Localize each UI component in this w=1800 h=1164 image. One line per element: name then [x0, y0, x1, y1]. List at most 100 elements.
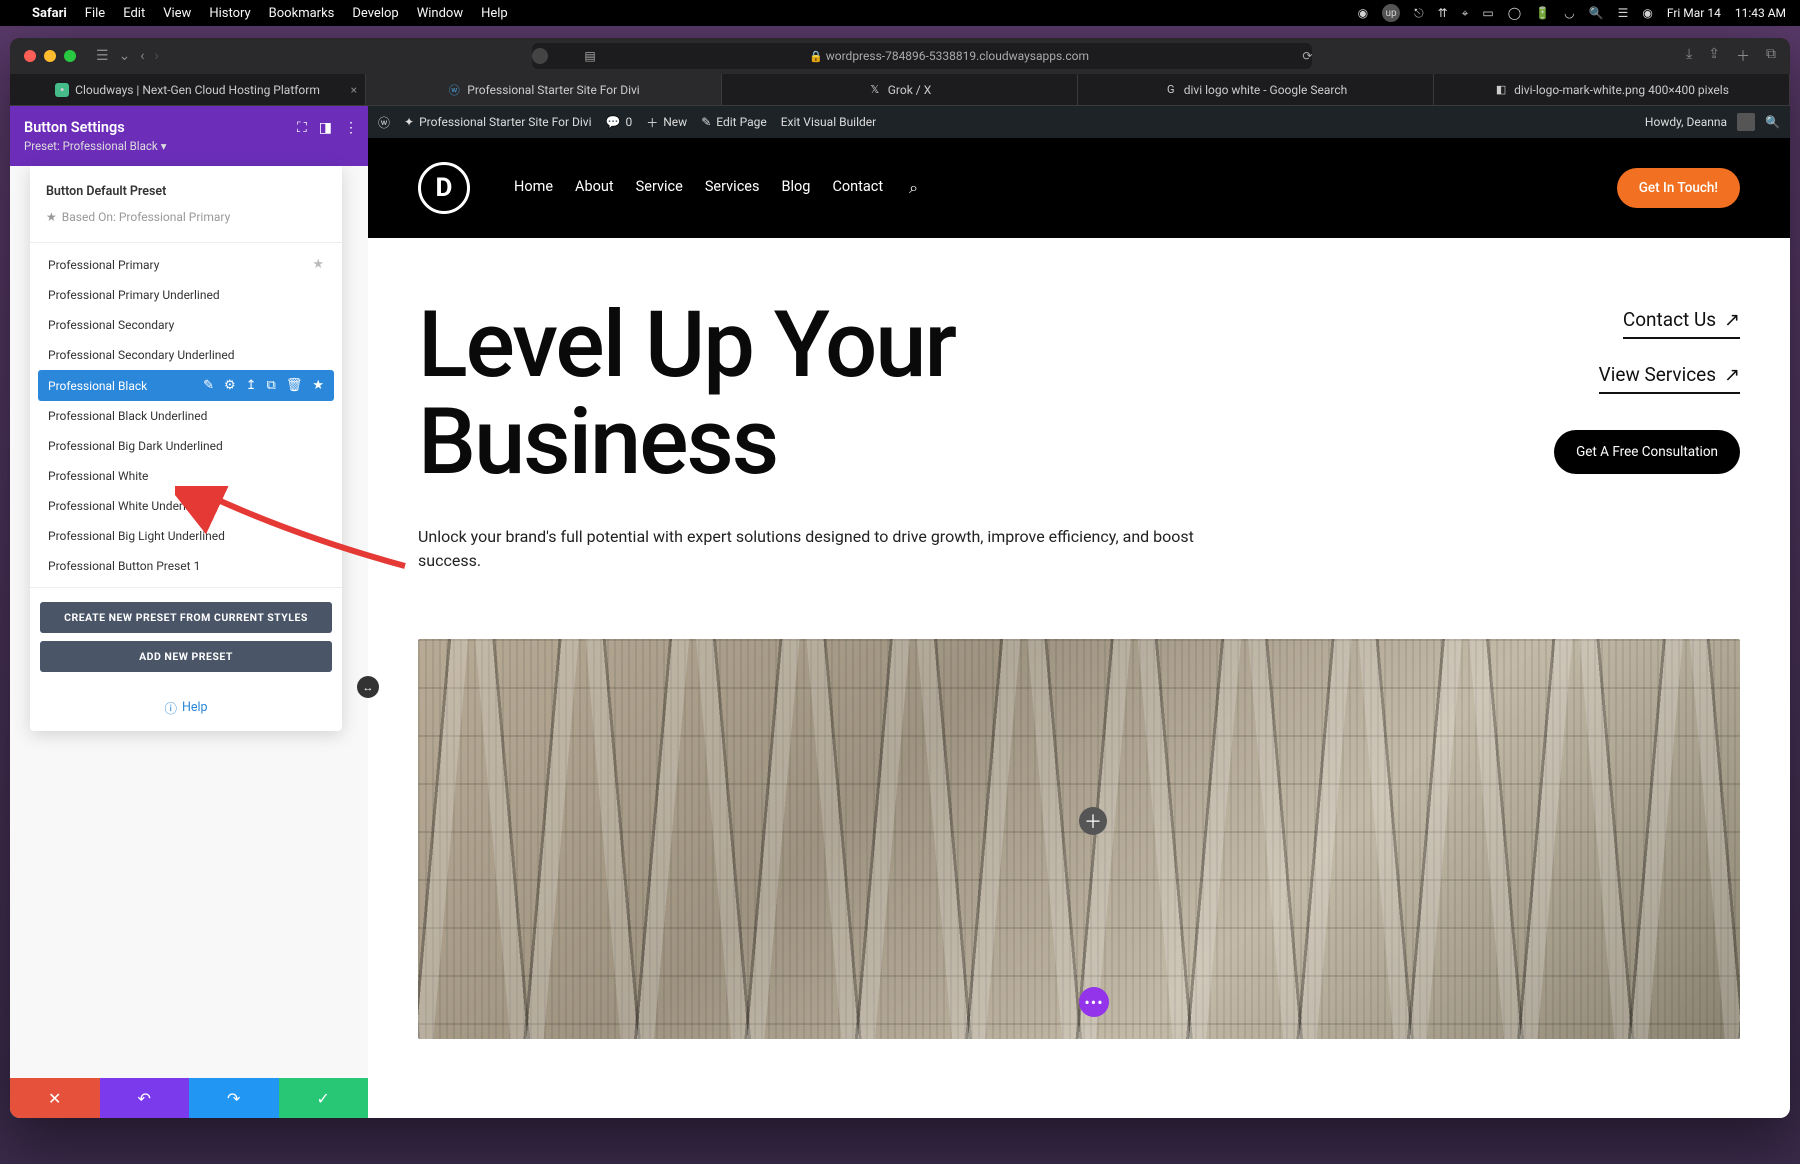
- preset-item[interactable]: Professional Big Light Underlined: [38, 521, 334, 551]
- wp-exit-builder[interactable]: Exit Visual Builder: [781, 115, 877, 129]
- tabs-icon[interactable]: ⧉: [1766, 46, 1776, 66]
- hero-title[interactable]: Level Up Your Business: [418, 298, 1198, 491]
- wp-new[interactable]: ＋New: [646, 114, 687, 131]
- star-icon[interactable]: ★: [312, 378, 324, 393]
- bluetooth-icon[interactable]: ⌖: [1462, 6, 1469, 21]
- preset-item[interactable]: Professional Button Preset 1: [38, 551, 334, 581]
- download-icon[interactable]: ⤓: [1686, 46, 1692, 66]
- add-section-button[interactable]: ＋: [1079, 807, 1107, 835]
- menubar-edit[interactable]: Edit: [123, 6, 145, 21]
- siri-icon[interactable]: ◉: [1642, 6, 1652, 20]
- hero-subtitle[interactable]: Unlock your brand's full potential with …: [418, 525, 1198, 573]
- wp-search-icon[interactable]: 🔍: [1765, 115, 1780, 129]
- nav-home[interactable]: Home: [514, 178, 553, 198]
- tab-cloudways[interactable]: ▪Cloudways | Next-Gen Cloud Hosting Plat…: [10, 74, 366, 105]
- hero-link-contact[interactable]: Contact Us↗: [1623, 308, 1740, 339]
- new-tab-icon[interactable]: ＋: [1736, 46, 1750, 66]
- save-button[interactable]: ✓: [279, 1078, 369, 1118]
- share-icon[interactable]: ⇪: [1708, 46, 1720, 66]
- tab-grok[interactable]: 𝕏Grok / X: [722, 74, 1078, 105]
- nav-service[interactable]: Service: [636, 178, 683, 198]
- dock-icon[interactable]: ◨: [319, 120, 332, 136]
- nav-about[interactable]: About: [575, 178, 614, 198]
- site-logo[interactable]: D: [418, 162, 470, 214]
- menubar-file[interactable]: File: [85, 6, 105, 21]
- undo-button[interactable]: ↶: [100, 1078, 190, 1118]
- display-icon[interactable]: ▭: [1482, 6, 1493, 20]
- fullscreen-icon[interactable]: ⛶: [297, 120, 307, 136]
- preset-item[interactable]: Professional Big Dark Underlined: [38, 431, 334, 461]
- wp-site-link[interactable]: ✦Professional Starter Site For Divi: [404, 115, 592, 129]
- tab-google[interactable]: Gdivi logo white - Google Search: [1078, 74, 1434, 105]
- hero-cta-button[interactable]: Get A Free Consultation: [1554, 430, 1740, 474]
- help-link[interactable]: ⓘHelp: [30, 688, 342, 731]
- airdrop-icon[interactable]: ⎋: [1414, 6, 1424, 21]
- menubar-window[interactable]: Window: [417, 6, 463, 21]
- url-bar[interactable]: ▤ 🔒 wordpress-784896-5338819.cloudwaysap…: [532, 43, 1312, 69]
- screenrec-icon[interactable]: ◉: [1358, 6, 1368, 20]
- menubar-history[interactable]: History: [209, 6, 250, 21]
- preset-item[interactable]: Professional White: [38, 461, 334, 491]
- tab-divi-site[interactable]: ⓦProfessional Starter Site For Divi: [366, 74, 722, 105]
- reload-icon[interactable]: ⟳: [1302, 49, 1312, 63]
- airplay-icon[interactable]: ⇈: [1438, 6, 1448, 20]
- wp-comments[interactable]: 💬0: [606, 115, 633, 129]
- menubar-help[interactable]: Help: [481, 6, 508, 21]
- export-icon[interactable]: ↥: [246, 378, 257, 393]
- tab-dropdown-icon[interactable]: ⌄: [119, 48, 131, 64]
- preset-selector[interactable]: Preset: Professional Black ▾: [24, 139, 354, 153]
- default-preset-label[interactable]: Button Default Preset: [30, 176, 342, 207]
- nav-contact[interactable]: Contact: [832, 178, 883, 198]
- user-icon[interactable]: ◯: [1508, 6, 1521, 20]
- nav-services[interactable]: Services: [705, 178, 760, 198]
- reader-icon[interactable]: ▤: [584, 49, 595, 63]
- avatar[interactable]: [1737, 113, 1755, 131]
- sidebar-toggle-icon[interactable]: ☰: [96, 48, 109, 64]
- maximize-window-button[interactable]: [64, 50, 76, 62]
- menubar-app[interactable]: Safari: [32, 6, 67, 21]
- create-preset-button[interactable]: CREATE NEW PRESET FROM CURRENT STYLES: [40, 602, 332, 633]
- preset-item[interactable]: Professional Secondary: [38, 310, 334, 340]
- hero-link-services[interactable]: View Services↗: [1599, 363, 1740, 394]
- minimize-window-button[interactable]: [44, 50, 56, 62]
- nav-blog[interactable]: Blog: [781, 178, 810, 198]
- menubar-date[interactable]: Fri Mar 14: [1667, 6, 1721, 20]
- hero-image[interactable]: ＋ •••: [418, 639, 1740, 1039]
- wp-logo-icon[interactable]: ⓦ: [378, 114, 390, 131]
- menubar-bookmarks[interactable]: Bookmarks: [269, 6, 335, 21]
- resize-handle[interactable]: ↔: [357, 676, 379, 698]
- more-icon[interactable]: ⋮: [344, 120, 358, 136]
- cancel-button[interactable]: ✕: [10, 1078, 100, 1118]
- pencil-icon[interactable]: ✎: [203, 378, 214, 393]
- close-icon[interactable]: ×: [351, 83, 357, 97]
- wp-edit-page[interactable]: ✎Edit Page: [701, 115, 767, 129]
- menubar-time[interactable]: 11:43 AM: [1735, 6, 1786, 20]
- trash-icon[interactable]: 🗑: [286, 378, 303, 393]
- wp-howdy[interactable]: Howdy, Deanna: [1645, 115, 1727, 129]
- header-cta-button[interactable]: Get In Touch!: [1617, 168, 1740, 208]
- preset-item[interactable]: Professional White Underlined: [38, 491, 334, 521]
- gear-icon[interactable]: ⚙: [224, 378, 236, 393]
- battery-icon[interactable]: 🔋: [1535, 6, 1550, 20]
- upwork-icon[interactable]: up: [1382, 4, 1400, 22]
- back-button[interactable]: ‹: [140, 48, 144, 64]
- close-window-button[interactable]: [24, 50, 36, 62]
- wifi-icon[interactable]: ◡: [1564, 6, 1574, 20]
- page-actions-button[interactable]: •••: [1079, 987, 1109, 1017]
- redo-button[interactable]: ↷: [189, 1078, 279, 1118]
- duplicate-icon[interactable]: ⧉: [267, 378, 276, 393]
- preset-dropdown: Button Default Preset ★Based On: Profess…: [30, 166, 342, 731]
- preset-item[interactable]: Professional Black✎⚙↥⧉🗑★: [38, 370, 334, 401]
- preset-item[interactable]: Professional Primary: [38, 249, 334, 280]
- search-icon[interactable]: ⌕: [909, 178, 918, 198]
- menubar-view[interactable]: View: [163, 6, 191, 21]
- control-center-icon[interactable]: ☰: [1618, 6, 1629, 20]
- spotlight-icon[interactable]: 🔍: [1589, 6, 1604, 20]
- preset-item[interactable]: Professional Black Underlined: [38, 401, 334, 431]
- forward-button[interactable]: ›: [155, 48, 159, 64]
- preset-item[interactable]: Professional Secondary Underlined: [38, 340, 334, 370]
- menubar-develop[interactable]: Develop: [352, 6, 398, 21]
- tab-image[interactable]: ◧divi-logo-mark-white.png 400×400 pixels: [1434, 74, 1790, 105]
- add-preset-button[interactable]: ADD NEW PRESET: [40, 641, 332, 672]
- preset-item[interactable]: Professional Primary Underlined: [38, 280, 334, 310]
